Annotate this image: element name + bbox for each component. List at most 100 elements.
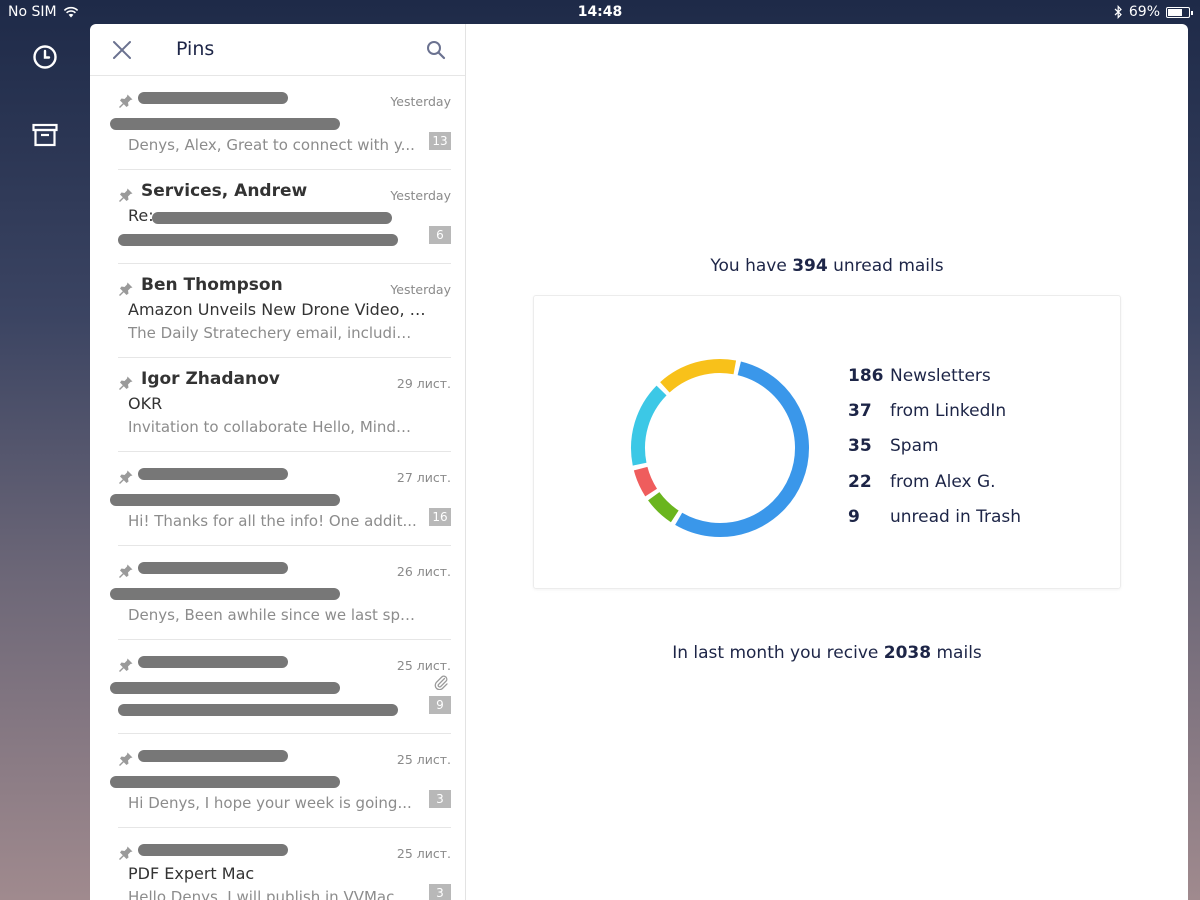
mail-sender: Ben Thompson xyxy=(141,275,283,295)
month-suffix: mails xyxy=(936,643,982,663)
mail-subject: OKR xyxy=(128,394,163,413)
legend-entry: 9 unread in Trash xyxy=(848,507,1021,542)
month-prefix: In last month you recive xyxy=(672,643,879,663)
chart-legend: 186 Newsletters 37 from LinkedIn 35 Spam 22 fro… xyxy=(848,366,1021,542)
mail-preview: Invitation to collaborate Hello, MindMei… xyxy=(128,418,418,436)
thread-count-badge: 16 xyxy=(429,508,451,526)
mail-item[interactable]: 25 лист. PDF Expert Mac Hello Denys, I wil… xyxy=(118,828,451,900)
legend-entry: 35 Spam xyxy=(848,436,1021,471)
unread-prefix: You have xyxy=(710,256,787,276)
unread-donut-chart xyxy=(631,359,809,537)
redaction-bar xyxy=(152,212,392,224)
mail-preview: Hi! Thanks for all the info! One addit..… xyxy=(128,512,417,530)
mail-list: Yesterday Denys, Alex, Great to connect w… xyxy=(90,76,465,900)
redaction-bar xyxy=(138,468,288,480)
legend-label: Spam xyxy=(890,436,939,457)
mail-sender: Igor Zhadanov xyxy=(141,369,280,389)
donut-segment xyxy=(648,491,679,523)
legend-value: 37 xyxy=(848,401,872,422)
mail-date: 25 лист. xyxy=(396,752,451,767)
mail-sender: Services, Andrew xyxy=(141,181,308,201)
mail-date: 29 лист. xyxy=(396,376,451,391)
pin-icon xyxy=(119,564,133,578)
donut-segment xyxy=(675,361,809,537)
mail-preview: Denys, Been awhile since we last spoke!.… xyxy=(128,606,418,624)
mail-preview: Hi Denys, I hope your week is going... xyxy=(128,794,412,812)
unread-count: 394 xyxy=(792,256,828,276)
bluetooth-icon xyxy=(1114,5,1122,19)
search-button[interactable] xyxy=(425,39,447,61)
donut-segment xyxy=(660,359,737,393)
month-count: 2038 xyxy=(883,643,932,663)
mail-item[interactable]: 25 лист. Hi Denys, I hope your week is go… xyxy=(110,734,451,828)
mail-date: 25 лист. xyxy=(396,846,451,861)
mail-item[interactable]: 25 лист. 9 xyxy=(110,640,451,734)
legend-label: from LinkedIn xyxy=(890,401,1007,422)
close-icon xyxy=(113,41,131,59)
legend-value: 9 xyxy=(848,506,860,527)
mail-subject: Amazon Unveils New Drone Video, A... xyxy=(128,300,428,319)
mail-preview: Hello Denys, I will publish in VVMac... xyxy=(128,888,409,900)
legend-value: 35 xyxy=(848,436,872,457)
status-bar: No SIM 14:48 69% xyxy=(0,0,1200,24)
month-summary: In last month you recive 2038 mails xyxy=(466,643,1188,663)
status-right: 69% xyxy=(1114,4,1193,20)
attachment-icon xyxy=(434,675,448,690)
mail-subject: PDF Expert Mac xyxy=(128,864,255,883)
redaction-bar xyxy=(138,562,288,574)
redaction-bar xyxy=(118,234,398,246)
legend-entry: 37 from LinkedIn xyxy=(848,401,1021,436)
battery-icon xyxy=(1166,6,1193,18)
legend-value: 22 xyxy=(848,471,872,492)
pin-icon xyxy=(119,752,133,766)
mail-item[interactable]: 26 лист. Denys, Been awhile since we last… xyxy=(110,546,451,640)
stats-pane: You have 394 unread mails 186 Newsletters… xyxy=(466,24,1188,900)
mail-date: Yesterday xyxy=(390,282,451,297)
redaction-bar xyxy=(118,704,398,716)
clock-icon xyxy=(33,45,57,69)
mail-date: 25 лист. xyxy=(396,658,451,673)
unread-suffix: unread mails xyxy=(833,256,944,276)
thread-count-badge: 3 xyxy=(429,790,451,808)
mail-item[interactable]: Services, Andrew Yesterday Re: 6 xyxy=(118,170,451,264)
mail-preview: The Daily Stratechery email, including e… xyxy=(128,324,418,342)
mail-date: Yesterday xyxy=(390,94,451,109)
mail-item[interactable]: Igor Zhadanov 29 лист. OKR Invitation to co… xyxy=(118,358,451,452)
list-title: Pins xyxy=(176,38,215,60)
stats-box: 186 Newsletters 37 from LinkedIn 35 Spam 22 fro… xyxy=(533,295,1121,589)
battery-fill xyxy=(1168,8,1182,16)
legend-entry: 186 Newsletters xyxy=(848,366,1021,401)
status-time: 14:48 xyxy=(577,4,623,20)
archive-icon xyxy=(32,123,58,147)
pin-icon xyxy=(119,376,133,390)
pin-icon xyxy=(119,470,133,484)
donut-segment xyxy=(633,466,658,497)
mail-date: 26 лист. xyxy=(396,564,451,579)
legend-value: 186 xyxy=(848,366,884,386)
legend-entry: 22 from Alex G. xyxy=(848,472,1021,507)
mail-item[interactable]: Yesterday Denys, Alex, Great to connect w… xyxy=(110,76,451,170)
recent-button[interactable] xyxy=(28,40,62,74)
pin-icon xyxy=(119,846,133,860)
redaction-bar xyxy=(138,656,288,668)
redaction-bar xyxy=(110,494,340,506)
pin-icon xyxy=(119,188,133,202)
redaction-bar xyxy=(110,588,340,600)
redaction-bar xyxy=(138,750,288,762)
mail-item[interactable]: Ben Thompson Yesterday Amazon Unveils New … xyxy=(118,264,451,358)
battery-percent: 69% xyxy=(1128,4,1160,20)
unread-summary: You have 394 unread mails xyxy=(466,256,1188,276)
close-button[interactable] xyxy=(110,38,134,62)
redaction-bar xyxy=(110,682,340,694)
legend-label: Newsletters xyxy=(890,366,991,386)
redaction-bar xyxy=(110,118,340,130)
archive-button[interactable] xyxy=(28,118,62,152)
redaction-bar xyxy=(138,92,288,104)
thread-count-badge: 13 xyxy=(429,132,451,150)
donut-segment xyxy=(631,385,667,466)
redaction-bar xyxy=(138,844,288,856)
mail-preview: Denys, Alex, Great to connect with y... xyxy=(128,136,415,154)
mail-item[interactable]: 27 лист. Hi! Thanks for all the info! One… xyxy=(110,452,451,546)
pin-icon xyxy=(119,282,133,296)
search-icon xyxy=(427,41,446,60)
